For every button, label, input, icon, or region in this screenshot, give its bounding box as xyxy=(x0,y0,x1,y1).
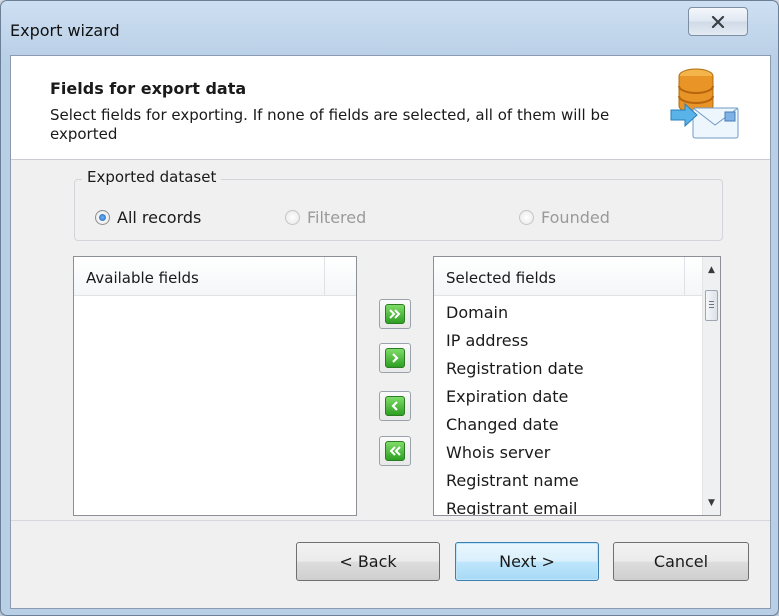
window-title: Export wizard xyxy=(10,21,120,40)
list-item[interactable]: IP address xyxy=(446,331,584,359)
chevron-right-icon xyxy=(392,353,399,363)
radio-empty-icon xyxy=(285,210,300,225)
remove-all-fields-button[interactable] xyxy=(379,436,411,466)
scroll-down-arrow-icon[interactable]: ▼ xyxy=(703,494,720,511)
close-icon xyxy=(711,15,725,28)
list-item[interactable]: Expiration date xyxy=(446,387,584,415)
available-fields-header-label: Available fields xyxy=(86,269,199,287)
radio-founded-label: Founded xyxy=(541,208,610,227)
scroll-thumb[interactable] xyxy=(705,290,718,321)
available-fields-list[interactable]: Available fields xyxy=(73,256,357,516)
database-export-icon xyxy=(670,68,739,139)
radio-founded[interactable]: Founded xyxy=(519,208,610,227)
selected-fields-scrollbar[interactable]: ▲ ▼ xyxy=(702,257,720,515)
list-item[interactable]: Whois server xyxy=(446,443,584,471)
double-chevron-left-icon xyxy=(389,446,401,456)
footer-divider xyxy=(11,520,770,521)
add-all-fields-button[interactable] xyxy=(379,299,411,329)
list-item[interactable]: Registrant email xyxy=(446,499,584,515)
list-item[interactable]: Registration date xyxy=(446,359,584,387)
column-separator xyxy=(684,257,685,295)
selected-fields-header[interactable]: Selected fields xyxy=(434,257,702,296)
radio-all-records-label: All records xyxy=(117,208,202,227)
cancel-button[interactable]: Cancel xyxy=(613,542,749,581)
radio-all-records[interactable]: All records xyxy=(95,208,201,227)
remove-field-button[interactable] xyxy=(379,391,411,421)
list-item[interactable]: Changed date xyxy=(446,415,584,443)
radio-empty-icon xyxy=(519,210,534,225)
selected-fields-items: Domain IP address Registration date Expi… xyxy=(446,303,584,515)
next-button[interactable]: Next > xyxy=(455,542,599,581)
list-item[interactable]: Registrant name xyxy=(446,471,584,499)
column-separator xyxy=(324,257,325,295)
radio-filtered-label: Filtered xyxy=(307,208,367,227)
radio-selected-icon xyxy=(95,210,110,225)
available-fields-header[interactable]: Available fields xyxy=(74,257,356,296)
back-button[interactable]: < Back xyxy=(296,542,440,581)
wizard-client-area: Fields for export data Select fields for… xyxy=(10,55,771,609)
wizard-header: Fields for export data Select fields for… xyxy=(11,56,770,160)
radio-filtered[interactable]: Filtered xyxy=(285,208,366,227)
page-description: Select fields for exporting. If none of … xyxy=(50,106,610,143)
title-bar[interactable]: Export wizard xyxy=(1,1,778,51)
close-button[interactable] xyxy=(688,7,748,36)
double-chevron-right-icon xyxy=(389,309,401,319)
scroll-up-arrow-icon[interactable]: ▲ xyxy=(703,261,720,278)
selected-fields-list[interactable]: Selected fields Domain IP address Regist… xyxy=(433,256,721,516)
selected-fields-header-label: Selected fields xyxy=(446,269,556,287)
page-title: Fields for export data xyxy=(50,79,247,98)
chevron-left-icon xyxy=(391,401,398,411)
exported-dataset-legend: Exported dataset xyxy=(82,168,222,186)
export-wizard-window: Export wizard Fields for export data Sel… xyxy=(0,0,779,616)
add-field-button[interactable] xyxy=(379,343,411,373)
list-item[interactable]: Domain xyxy=(446,303,584,331)
